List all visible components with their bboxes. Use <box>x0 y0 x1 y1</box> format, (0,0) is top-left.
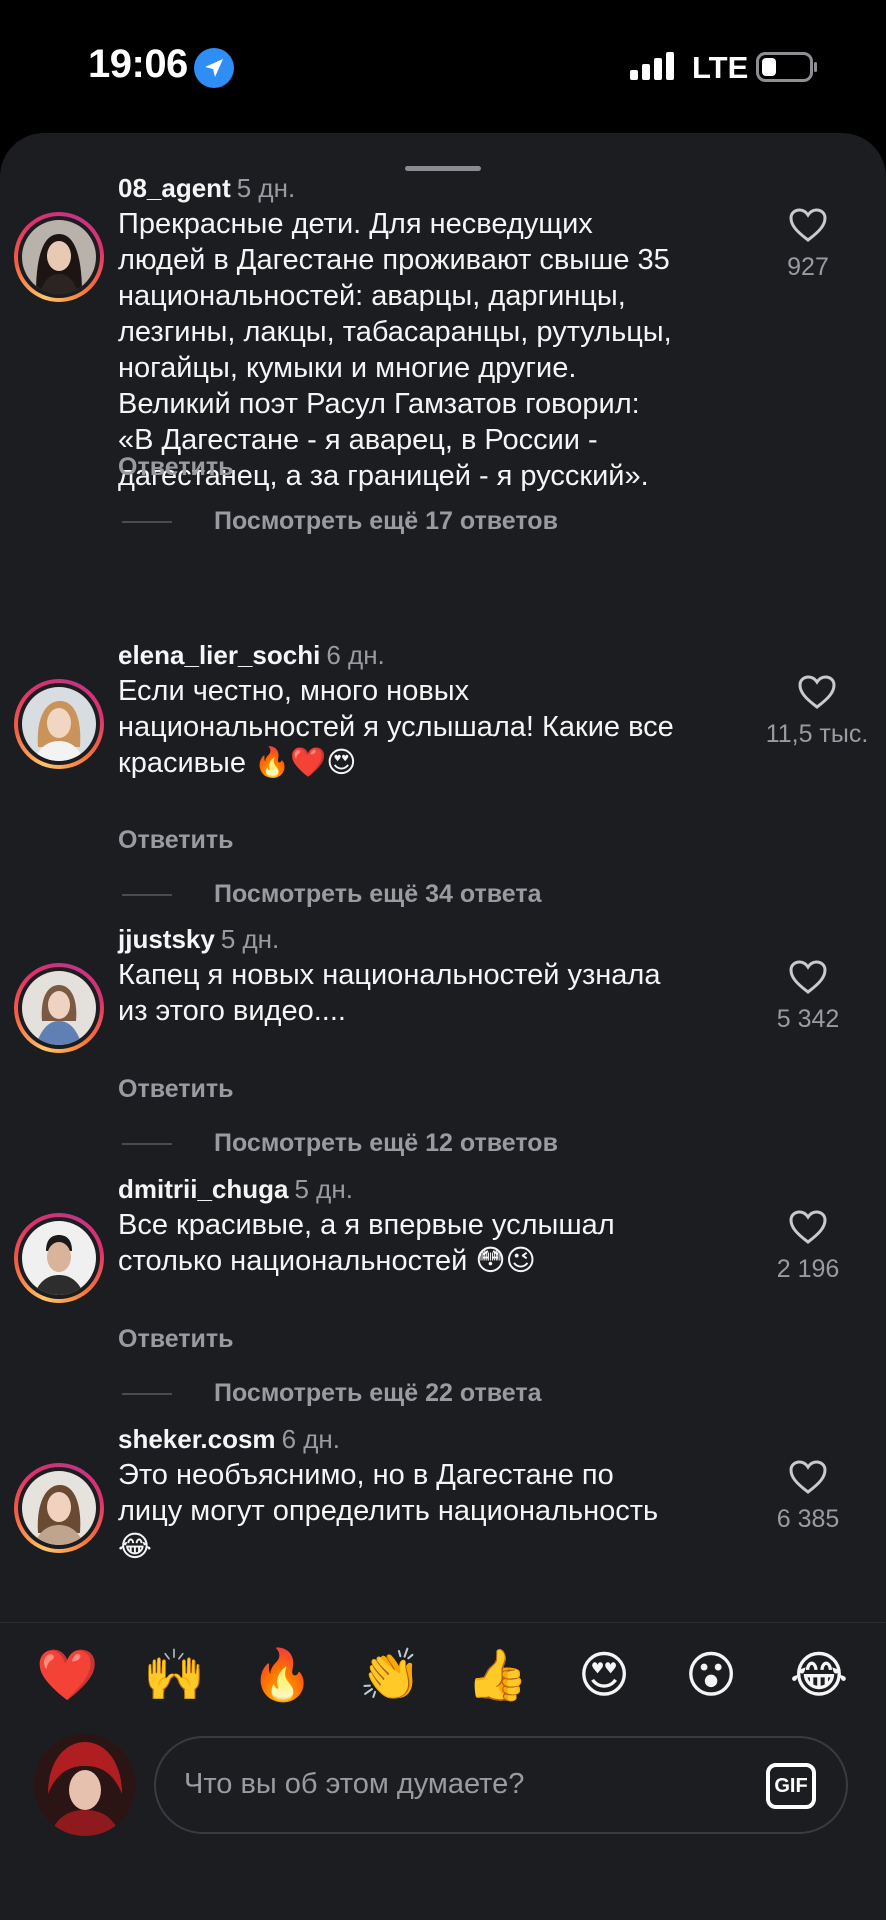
reply-button[interactable]: Ответить <box>118 826 234 855</box>
like-control: 11,5 тыс. <box>752 674 882 749</box>
like-count: 11,5 тыс. <box>765 720 869 748</box>
heart-icon[interactable] <box>788 1209 828 1245</box>
emoji-thumbs-up-button[interactable]: 👍 <box>466 1645 528 1705</box>
username[interactable]: jjustsky <box>118 924 215 954</box>
like-control: 5 342 <box>748 959 868 1034</box>
avatar[interactable] <box>14 963 104 1053</box>
comment-input[interactable]: Что вы об этом думаете? GIF <box>154 1736 848 1834</box>
location-arrow-icon <box>194 48 234 88</box>
view-more-replies-button[interactable]: Посмотреть ещё 12 ответов <box>122 1129 558 1158</box>
emoji-clapping-hands-button[interactable]: 👏 <box>359 1645 421 1705</box>
heart-icon[interactable] <box>788 959 828 995</box>
heart-icon[interactable] <box>788 1459 828 1495</box>
battery-icon <box>756 52 817 82</box>
username[interactable]: dmitrii_chuga <box>118 1174 288 1204</box>
like-count: 2 196 <box>776 1255 840 1283</box>
replies-divider <box>122 1143 172 1146</box>
comment-text: Если честно, много новых национальностей… <box>118 675 674 779</box>
status-bar: 19:06 LTE <box>0 0 886 130</box>
heart-icon[interactable] <box>788 207 828 243</box>
like-control: 927 <box>748 207 868 282</box>
emoji-tears-of-joy-button[interactable]: 😂 <box>789 1645 849 1705</box>
comment-time: 5 дн. <box>236 173 296 203</box>
comment-header: jjustsky 5 дн. <box>118 924 279 955</box>
comment-text: Капец я новых национальностей узнала из … <box>118 959 661 1027</box>
emoji-reaction-bar: ❤️ 🙌 🔥 👏 👍 😍 😮 😂 <box>0 1645 886 1705</box>
more-replies-label: Посмотреть ещё 34 ответа <box>214 880 542 908</box>
comment-time: 6 дн. <box>281 1424 340 1454</box>
view-more-replies-button[interactable]: Посмотреть ещё 17 ответов <box>122 507 558 536</box>
like-count: 6 385 <box>776 1505 840 1533</box>
avatar[interactable] <box>14 679 104 769</box>
heart-icon[interactable] <box>797 674 837 710</box>
emoji-surprised-button[interactable]: 😮 <box>681 1645 741 1705</box>
comment-time: 5 дн. <box>220 924 280 954</box>
emoji-fire-button[interactable]: 🔥 <box>251 1645 313 1705</box>
comment-text: Прекрасные дети. Для несведущих людей в … <box>118 208 672 492</box>
like-count: 5 342 <box>776 1005 840 1033</box>
like-control: 2 196 <box>748 1209 868 1284</box>
more-replies-label: Посмотреть ещё 12 ответов <box>214 1129 558 1157</box>
replies-divider <box>122 1393 172 1396</box>
comment-time: 5 дн. <box>294 1174 353 1204</box>
replies-divider <box>122 894 172 897</box>
avatar[interactable] <box>14 212 104 302</box>
emoji-raising-hands-button[interactable]: 🙌 <box>143 1645 205 1705</box>
username[interactable]: 08_agent <box>118 173 231 203</box>
view-more-replies-button[interactable]: Посмотреть ещё 22 ответа <box>122 1379 542 1408</box>
comment-header: elena_lier_sochi 6 дн. <box>118 640 385 671</box>
like-control: 6 385 <box>748 1459 868 1534</box>
comment-text: Все красивые, а я впервые услышал стольк… <box>118 1209 615 1277</box>
view-more-replies-button[interactable]: Посмотреть ещё 34 ответа <box>122 880 542 909</box>
sheet-grabber[interactable] <box>405 166 481 171</box>
cellular-signal-icon <box>630 52 674 80</box>
like-count: 927 <box>787 253 829 281</box>
emoji-heart-eyes-button[interactable]: 😍 <box>574 1645 634 1705</box>
comment-header: dmitrii_chuga 5 дн. <box>118 1174 353 1205</box>
status-time: 19:06 <box>88 42 188 86</box>
comment-text: Это необъяснимо, но в Дагестане по лицу … <box>118 1459 659 1563</box>
gif-button[interactable]: GIF <box>766 1763 816 1809</box>
network-type: LTE <box>692 50 749 85</box>
emoji-red-heart-button[interactable]: ❤️ <box>36 1645 98 1705</box>
reply-button[interactable]: Ответить <box>118 1075 234 1104</box>
username[interactable]: sheker.cosm <box>118 1424 276 1454</box>
comment-header: 08_agent 5 дн. <box>118 173 295 204</box>
reply-button[interactable]: Ответить <box>118 453 234 482</box>
more-replies-label: Посмотреть ещё 17 ответов <box>214 507 558 535</box>
replies-divider <box>122 521 172 524</box>
avatar[interactable] <box>14 1463 104 1553</box>
comment-time: 6 дн. <box>326 640 385 670</box>
username[interactable]: elena_lier_sochi <box>118 640 320 670</box>
emoji-bar-divider <box>0 1622 886 1623</box>
reply-button[interactable]: Ответить <box>118 1325 234 1354</box>
more-replies-label: Посмотреть ещё 22 ответа <box>214 1379 542 1407</box>
current-user-avatar <box>34 1734 136 1836</box>
avatar[interactable] <box>14 1213 104 1303</box>
comment-header: sheker.cosm 6 дн. <box>118 1424 340 1455</box>
comment-input-placeholder: Что вы об этом думаете? <box>184 1768 525 1800</box>
